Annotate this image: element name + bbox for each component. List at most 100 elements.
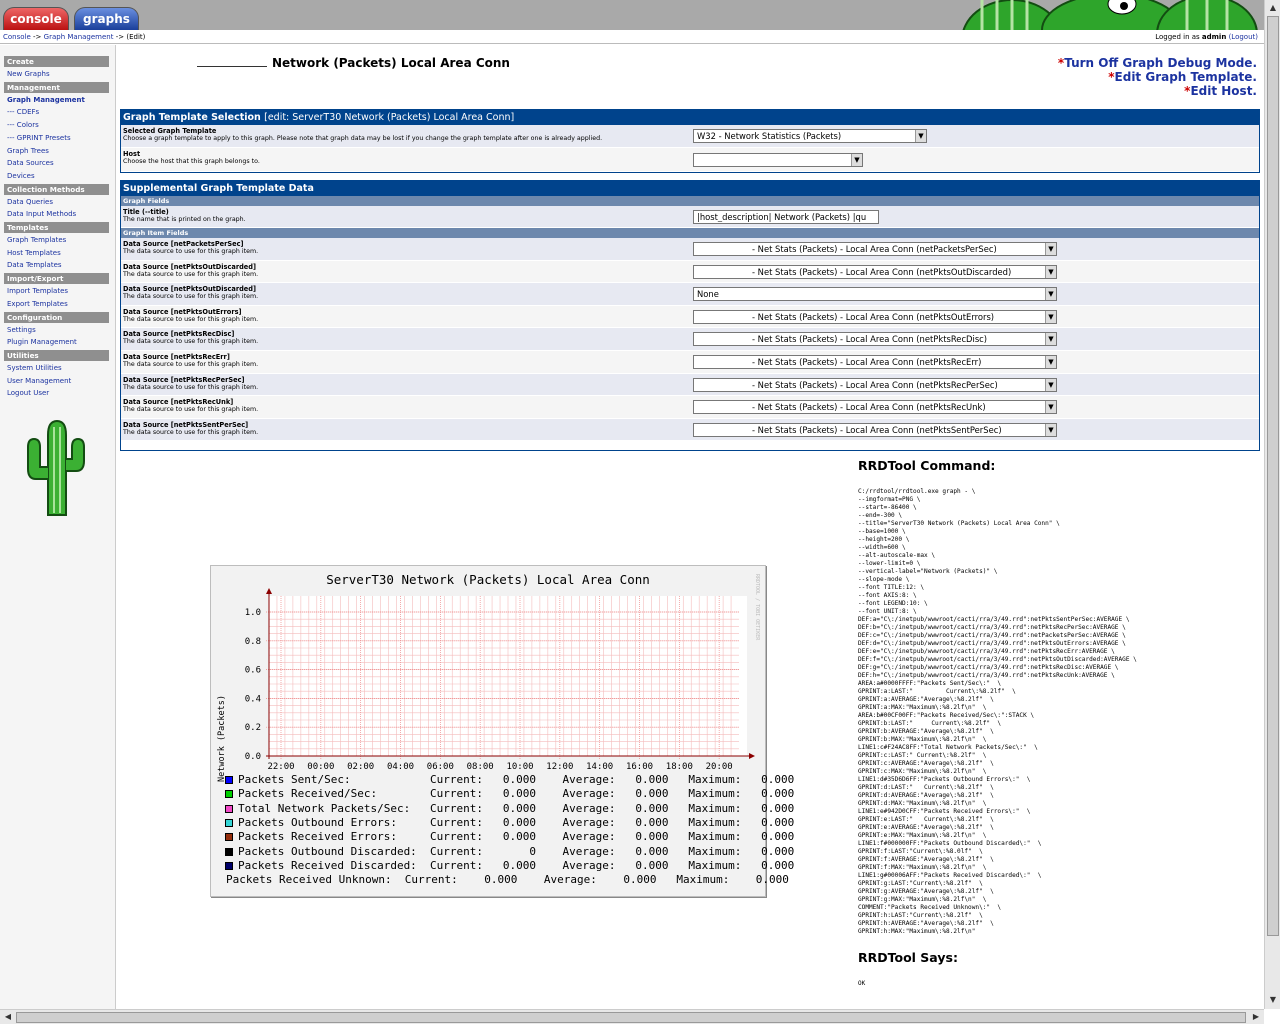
title-input[interactable] xyxy=(693,210,879,224)
sidebar-item-data-templates[interactable]: Data Templates xyxy=(7,259,115,272)
chevron-down-icon[interactable]: ▼ xyxy=(1045,310,1056,323)
item-data-source-select[interactable]: - Net Stats (Packets) - Local Area Conn … xyxy=(693,242,1057,256)
page-title-text: Network (Packets) Local Area Conn xyxy=(272,56,510,70)
scroll-down-icon[interactable]: ▼ xyxy=(1266,993,1280,1007)
item-select-value: - Net Stats (Packets) - Local Area Conn … xyxy=(752,311,995,322)
horizontal-scrollbar[interactable]: ◀ ▶ xyxy=(0,1009,1264,1024)
chevron-down-icon[interactable]: ▼ xyxy=(915,130,926,142)
item-data-source-select[interactable]: - Net Stats (Packets) - Local Area Conn … xyxy=(693,354,1057,369)
y-tick-label: 0.2 xyxy=(245,723,261,733)
graph-item-row: Data Source [netPacketsPerSec] The data … xyxy=(121,238,1259,261)
item-select-value: None xyxy=(697,289,719,300)
item-data-source-select[interactable]: - Net Stats (Packets) - Local Area Conn … xyxy=(693,332,1057,347)
legend-swatch xyxy=(225,861,233,870)
x-tick-label: 16:00 xyxy=(626,762,653,772)
breadcrumb-edit: (Edit) xyxy=(126,33,146,41)
chevron-down-icon[interactable]: ▼ xyxy=(1045,401,1056,414)
tab-console[interactable]: console xyxy=(3,7,69,30)
item-desc: The data source to use for this graph it… xyxy=(123,338,259,346)
sidebar-item-graph-trees[interactable]: Graph Trees xyxy=(7,145,115,158)
breadcrumb-sep: -> xyxy=(115,33,125,41)
sidebar-item-settings[interactable]: Settings xyxy=(7,324,115,337)
legend-text: Packets Received Errors: Current: 0.000 … xyxy=(238,830,795,844)
chevron-down-icon[interactable]: ▼ xyxy=(1045,243,1056,255)
sidebar-item-new-graphs[interactable]: New Graphs xyxy=(7,68,115,81)
chevron-down-icon[interactable]: ▼ xyxy=(851,154,862,166)
x-tick-label: 10:00 xyxy=(506,762,533,772)
sidebar-item-export-templates[interactable]: Export Templates xyxy=(7,298,115,311)
y-tick-label: 1.0 xyxy=(245,608,261,618)
item-label: Data Source [netPktsRecPerSec] xyxy=(123,375,245,384)
legend-unknown-text: Packets Received Unknown: Current: 0.000… xyxy=(226,873,789,886)
vertical-scrollbar[interactable]: ▲ ▼ xyxy=(1264,0,1280,1009)
turn-off-debug-link[interactable]: Turn Off Graph Debug Mode. xyxy=(1064,56,1257,70)
horizontal-scroll-thumb[interactable] xyxy=(16,1012,1246,1023)
x-tick-label: 20:00 xyxy=(706,762,733,772)
graph-item-row: Data Source [netPktsOutDiscarded] The da… xyxy=(121,260,1259,284)
panel-subtitle: [edit: ServerT30 Network (Packets) Local… xyxy=(264,112,515,123)
item-data-source-select[interactable]: - Net Stats (Packets) - Local Area Conn … xyxy=(693,422,1057,437)
scroll-up-icon[interactable]: ▲ xyxy=(1266,1,1280,15)
sidebar-item-logout-user[interactable]: Logout User xyxy=(7,387,115,400)
sidebar-item-plugin-management[interactable]: Plugin Management xyxy=(7,336,115,349)
sidebar-item-colors[interactable]: --- Colors xyxy=(7,119,115,132)
item-data-source-select[interactable]: None ▼ xyxy=(693,287,1057,302)
chevron-down-icon[interactable]: ▼ xyxy=(1045,355,1056,368)
graph-template-select[interactable]: W32 - Network Statistics (Packets) ▼ xyxy=(693,129,927,143)
breadcrumb-graph-management[interactable]: Graph Management xyxy=(44,33,114,41)
sidebar-item-data-input-methods[interactable]: Data Input Methods xyxy=(7,208,115,221)
edit-host-link[interactable]: Edit Host. xyxy=(1190,84,1257,98)
item-select-value: - Net Stats (Packets) - Local Area Conn … xyxy=(752,356,982,367)
panel-title: Supplemental Graph Template Data xyxy=(121,181,1259,196)
sidebar-item-graph-templates[interactable]: Graph Templates xyxy=(7,234,115,247)
item-data-source-select[interactable]: - Net Stats (Packets) - Local Area Conn … xyxy=(693,377,1057,392)
tab-graphs[interactable]: graphs xyxy=(74,7,139,30)
sidebar-item-graph-management[interactable]: Graph Management xyxy=(7,94,115,107)
sidebar-item-data-sources[interactable]: Data Sources xyxy=(7,157,115,170)
login-info: Logged in as admin (Logout) xyxy=(1155,30,1258,44)
sidebar-item-system-utilities[interactable]: System Utilities xyxy=(7,362,115,375)
breadcrumb: Console -> Graph Management -> (Edit) Lo… xyxy=(0,30,1264,44)
scroll-right-icon[interactable]: ▶ xyxy=(1249,1010,1263,1024)
login-user: admin xyxy=(1201,33,1227,41)
item-desc: The data source to use for this graph it… xyxy=(123,428,259,436)
title-row: Title (--title) The name that is printed… xyxy=(121,206,1259,228)
logout-link[interactable]: (Logout) xyxy=(1229,33,1258,41)
item-label: Data Source [netPktsOutDiscarded] xyxy=(123,262,256,271)
host-label: Host xyxy=(123,150,141,158)
chevron-down-icon[interactable]: ▼ xyxy=(1045,423,1056,436)
menu-head-templates: Templates xyxy=(4,222,109,234)
login-prefix: Logged in as xyxy=(1155,33,1200,41)
item-select-value: - Net Stats (Packets) - Local Area Conn … xyxy=(752,424,1002,435)
sidebar-item-import-templates[interactable]: Import Templates xyxy=(7,285,115,298)
scroll-left-icon[interactable]: ◀ xyxy=(1,1010,15,1024)
rrdtool-says-title: RRDTool Says: xyxy=(858,950,958,965)
sidebar-item-data-queries[interactable]: Data Queries xyxy=(7,196,115,209)
y-tick-label: 0.4 xyxy=(245,694,261,704)
breadcrumb-console[interactable]: Console xyxy=(3,33,31,41)
x-tick-label: 06:00 xyxy=(427,762,454,772)
chevron-down-icon[interactable]: ▼ xyxy=(1045,288,1056,301)
item-data-source-select[interactable]: - Net Stats (Packets) - Local Area Conn … xyxy=(693,264,1057,279)
sidebar-item-gprint-presets[interactable]: --- GPRINT Presets xyxy=(7,132,115,145)
legend-text: Packets Outbound Discarded: Current: 0 A… xyxy=(238,844,795,858)
title-field-desc: The name that is printed on the graph. xyxy=(123,216,246,223)
selected-template-desc: Choose a graph template to apply to this… xyxy=(123,135,603,142)
host-select[interactable]: ▼ xyxy=(693,153,863,167)
chevron-down-icon[interactable]: ▼ xyxy=(1045,333,1056,346)
edit-graph-template-link[interactable]: Edit Graph Template. xyxy=(1115,70,1257,84)
sidebar-item-cdefs[interactable]: --- CDEFs xyxy=(7,106,115,119)
item-label: Data Source [netPktsRecErr] xyxy=(123,352,230,361)
item-data-source-select[interactable]: - Net Stats (Packets) - Local Area Conn … xyxy=(693,309,1057,324)
vertical-scroll-thumb[interactable] xyxy=(1267,16,1279,936)
sidebar-item-user-management[interactable]: User Management xyxy=(7,375,115,388)
item-label: Data Source [netPktsSentPerSec] xyxy=(123,420,249,429)
chevron-down-icon[interactable]: ▼ xyxy=(1045,265,1056,278)
item-data-source-select[interactable]: - Net Stats (Packets) - Local Area Conn … xyxy=(693,400,1057,415)
sidebar-item-devices[interactable]: Devices xyxy=(7,170,115,183)
x-tick-label: 08:00 xyxy=(467,762,494,772)
sidebar-item-host-templates[interactable]: Host Templates xyxy=(7,247,115,260)
item-desc: The data source to use for this graph it… xyxy=(123,360,259,368)
y-axis-label-holder: Network (Packets) xyxy=(217,695,229,782)
chevron-down-icon[interactable]: ▼ xyxy=(1045,378,1056,391)
